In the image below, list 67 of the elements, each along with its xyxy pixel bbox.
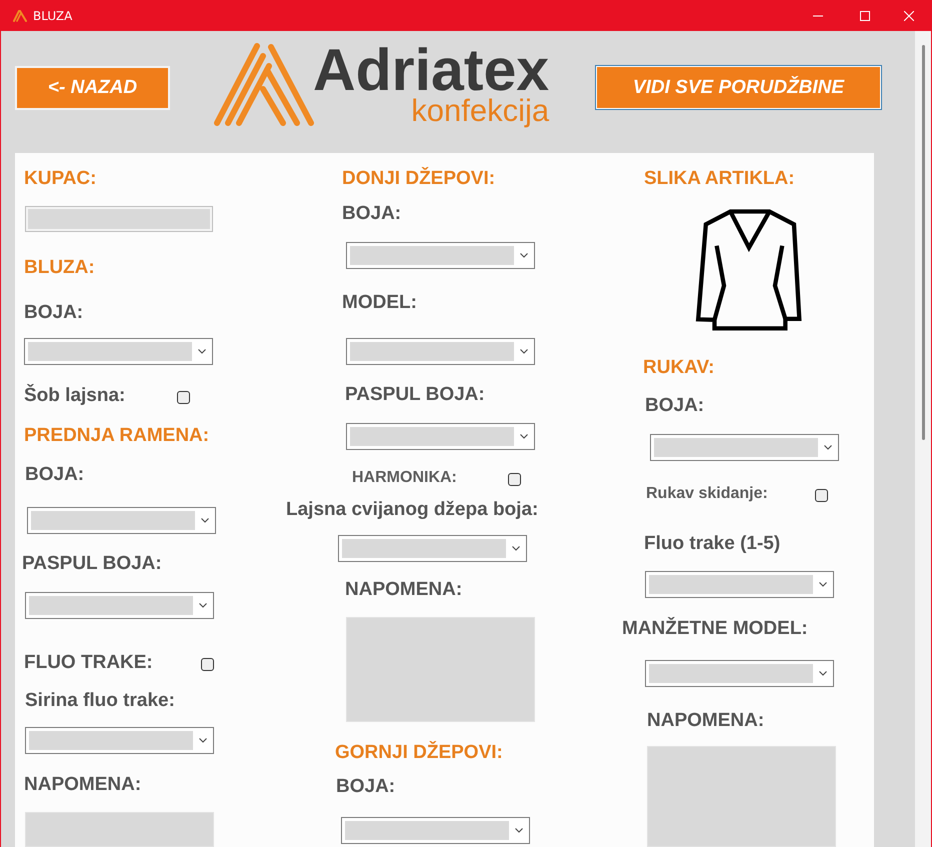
section-heading: DONJI DŽEPOVI: (342, 168, 496, 190)
chevron-down-icon (199, 738, 207, 743)
checkbox-label: HARMONIKA: (352, 468, 457, 488)
chevron-down-icon (515, 828, 523, 833)
section-heading: BLUZA: (24, 257, 95, 279)
chevron-down-icon (520, 349, 528, 354)
chevron-down-icon (520, 434, 528, 439)
dropdown[interactable] (341, 817, 530, 844)
app-icon (13, 10, 27, 22)
checkbox-label: Rukav skidanje: (646, 484, 768, 504)
section-heading: PREDNJA RAMENA: (24, 425, 210, 447)
stripe-logo-icon (213, 42, 315, 127)
dropdown[interactable] (25, 592, 214, 619)
field-label: Sirina fluo trake: (25, 690, 175, 712)
dropdown[interactable] (346, 242, 535, 269)
checkbox-label: Šob lajsna: (24, 385, 126, 407)
text-field[interactable] (25, 206, 213, 232)
dropdown[interactable] (25, 727, 214, 754)
logo-subtitle: konfekcija (411, 94, 550, 128)
dropdown[interactable] (645, 660, 834, 687)
section-heading: RUKAV: (643, 357, 714, 379)
checkbox[interactable] (508, 473, 521, 486)
dropdown[interactable] (24, 338, 213, 365)
section-heading: KUPAC: (24, 168, 96, 190)
dropdown[interactable] (650, 434, 839, 461)
orders-button[interactable]: VIDI SVE PORUDŽBINE (595, 65, 882, 110)
close-icon[interactable] (904, 10, 914, 20)
section-heading: GORNJI DŽEPOVI: (335, 742, 503, 764)
field-label: NAPOMENA: (345, 579, 462, 601)
checkbox[interactable] (177, 391, 190, 404)
field-label: MODEL: (342, 292, 417, 314)
field-label: NAPOMENA: (647, 710, 764, 732)
chevron-down-icon (199, 603, 207, 608)
notes-field[interactable] (647, 746, 836, 847)
chevron-down-icon (520, 253, 528, 258)
notes-field[interactable] (25, 812, 214, 847)
field-label: BOJA: (24, 302, 84, 324)
chevron-down-icon (819, 582, 827, 587)
dropdown[interactable] (645, 571, 834, 598)
chevron-down-icon (198, 349, 206, 354)
field-label: PASPUL BOJA: (22, 553, 162, 575)
field-label: Lajsna cvijanog džepa boja: (286, 499, 538, 521)
field-label: BOJA: (25, 464, 84, 486)
scrollbar-thumb[interactable] (922, 45, 925, 440)
checkbox[interactable] (201, 658, 214, 671)
field-label: PASPUL BOJA: (345, 384, 485, 406)
chevron-down-icon (512, 546, 520, 551)
chevron-down-icon (824, 445, 832, 450)
section-heading: SLIKA ARTIKLA: (644, 168, 795, 190)
field-label: BOJA: (645, 395, 704, 417)
notes-field[interactable] (346, 617, 535, 722)
window-title: BLUZA (33, 8, 72, 22)
dropdown[interactable] (346, 423, 535, 450)
maximize-icon[interactable] (860, 10, 870, 20)
checkbox[interactable] (815, 489, 828, 502)
chevron-down-icon (201, 518, 209, 523)
checkbox-label: FLUO TRAKE: (24, 652, 153, 674)
field-label: BOJA: (336, 776, 396, 798)
dropdown[interactable] (346, 338, 535, 365)
field-label: MANŽETNE MODEL: (622, 618, 808, 640)
field-label: NAPOMENA: (24, 774, 142, 796)
back-button[interactable]: <- NAZAD (15, 66, 170, 110)
dropdown[interactable] (27, 507, 216, 534)
chevron-down-icon (819, 671, 827, 676)
field-label: Fluo trake (1-5) (644, 533, 780, 555)
dropdown[interactable] (338, 535, 527, 562)
field-label: BOJA: (342, 203, 402, 225)
